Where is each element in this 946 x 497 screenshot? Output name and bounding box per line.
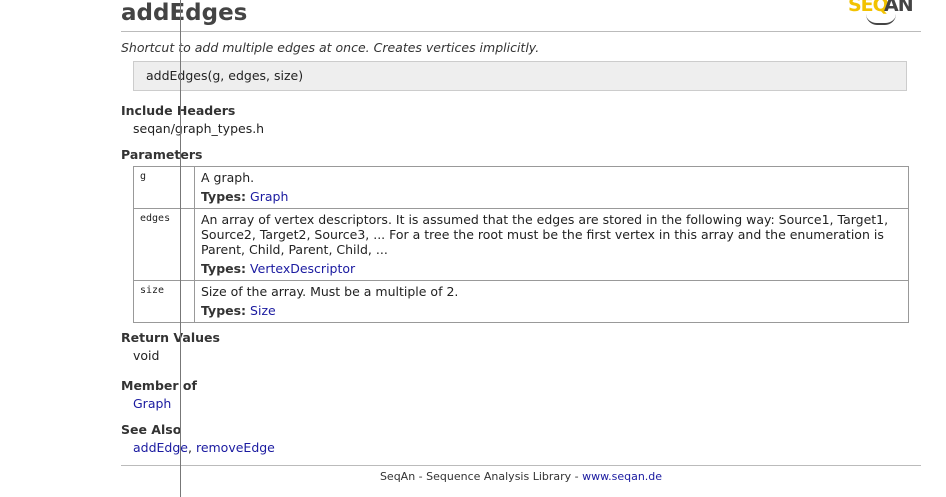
- param-desc-cell: Size of the array. Must be a multiple of…: [194, 280, 909, 323]
- see-also-link-removeedge[interactable]: removeEdge: [196, 440, 275, 455]
- type-link-size[interactable]: Size: [250, 303, 276, 318]
- member-of-value: Graph: [133, 396, 171, 411]
- param-name-g: g: [133, 166, 195, 209]
- types-label: Types:: [201, 261, 247, 276]
- param-types: Types: Size: [201, 303, 902, 318]
- footer-link[interactable]: www.seqan.de: [582, 470, 662, 483]
- vertical-guide-line: [180, 0, 181, 497]
- type-link-graph[interactable]: Graph: [250, 189, 288, 204]
- logo-swoosh: [866, 14, 896, 25]
- return-values-heading: Return Values: [121, 330, 220, 345]
- table-row: edges An array of vertex descriptors. It…: [133, 208, 909, 281]
- see-also-links: addEdge, removeEdge: [133, 440, 275, 455]
- table-row: size Size of the array. Must be a multip…: [133, 280, 909, 323]
- param-desc-edges: An array of vertex descriptors. It is as…: [201, 212, 889, 257]
- param-desc-g: A graph.: [201, 170, 255, 185]
- param-types: Types: Graph: [201, 189, 902, 204]
- see-also-separator: ,: [188, 440, 196, 455]
- types-label: Types:: [201, 189, 247, 204]
- types-label: Types:: [201, 303, 247, 318]
- param-types: Types: VertexDescriptor: [201, 261, 902, 276]
- param-desc-cell: A graph. Types: Graph: [194, 166, 909, 209]
- param-name-size: size: [133, 280, 195, 323]
- type-link-vertexdescriptor[interactable]: VertexDescriptor: [250, 261, 355, 276]
- member-of-heading: Member of: [121, 378, 197, 393]
- param-desc-cell: An array of vertex descriptors. It is as…: [194, 208, 909, 281]
- title-divider: [121, 31, 921, 32]
- description: Shortcut to add multiple edges at once. …: [121, 40, 540, 55]
- footer-text: SeqAn - Sequence Analysis Library -: [379, 470, 583, 483]
- parameters-table: g A graph. Types: Graph edges An array o…: [133, 166, 909, 323]
- parameters-heading: Parameters: [121, 147, 203, 162]
- include-headers-heading: Include Headers: [121, 103, 236, 118]
- see-also-heading: See Also: [121, 422, 182, 437]
- member-of-link-graph[interactable]: Graph: [133, 396, 171, 411]
- signature-box: addEdges(g, edges, size): [133, 61, 907, 91]
- param-desc-size: Size of the array. Must be a multiple of…: [201, 284, 459, 299]
- param-name-edges: edges: [133, 208, 195, 281]
- page-title: addEdges: [121, 0, 248, 26]
- footer-divider: [121, 465, 921, 466]
- table-row: g A graph. Types: Graph: [133, 166, 909, 209]
- seqan-logo[interactable]: SEQ AN: [846, 0, 918, 25]
- include-headers-value: seqan/graph_types.h: [133, 121, 265, 136]
- return-values-value: void: [133, 348, 160, 363]
- footer: SeqAn - Sequence Analysis Library - www.…: [121, 470, 921, 483]
